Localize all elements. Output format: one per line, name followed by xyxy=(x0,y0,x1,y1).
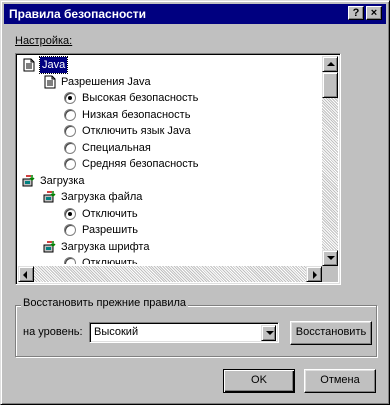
tree-item-label: Специальная xyxy=(82,141,151,154)
radio-button[interactable] xyxy=(64,92,76,104)
tree-item-label: Разрешения Java xyxy=(61,75,151,88)
radio-button[interactable] xyxy=(64,257,76,264)
close-icon[interactable]: × xyxy=(366,6,382,20)
tree-item-label: Загрузка файла xyxy=(61,191,143,203)
page-icon xyxy=(23,58,35,72)
ok-button[interactable]: OK xyxy=(223,369,295,393)
scroll-right-button[interactable] xyxy=(306,266,322,282)
title-bar: Правила безопасности ? × xyxy=(4,4,386,24)
restore-button[interactable]: Восстановить xyxy=(290,321,372,345)
window-title: Правила безопасности xyxy=(9,7,147,21)
tree-content: Java Разрешения Java Высокая безопасность Н… xyxy=(18,56,320,264)
tree-item-label: Загрузка xyxy=(40,174,85,187)
help-icon[interactable]: ? xyxy=(348,6,364,20)
tree-item-label: Загрузка шрифта xyxy=(61,240,150,253)
restore-group-title: Восстановить прежние правила xyxy=(21,297,189,309)
download-icon xyxy=(43,191,56,203)
tree-item-label: Разрешить xyxy=(82,224,138,236)
horizontal-scrollbar[interactable] xyxy=(18,266,322,282)
settings-tree[interactable]: Java Разрешения Java Высокая безопасность Н… xyxy=(15,53,341,285)
scroll-down-button[interactable] xyxy=(322,250,338,266)
settings-label: Настройка: xyxy=(15,35,73,47)
radio-button[interactable] xyxy=(64,207,76,220)
radio-button[interactable] xyxy=(64,158,76,170)
scroll-thumb[interactable] xyxy=(322,72,338,98)
radio-button[interactable] xyxy=(64,141,76,154)
vertical-scrollbar[interactable] xyxy=(322,56,338,266)
download-icon xyxy=(43,240,56,252)
tree-item-label: Отключить язык Java xyxy=(82,125,191,137)
tree-item-label: Java xyxy=(38,56,69,74)
cancel-button[interactable]: Отмена xyxy=(304,369,376,393)
scrollbar-corner xyxy=(322,266,338,282)
tree-item-label: Отключить xyxy=(82,257,138,264)
radio-button[interactable] xyxy=(64,108,76,121)
tree-item-label: Высокая безопасность xyxy=(82,92,199,104)
tree-item-label: Низкая безопасность xyxy=(82,108,191,121)
page-icon xyxy=(44,75,56,88)
download-icon xyxy=(22,174,35,186)
level-select-value: Высокий xyxy=(94,326,139,338)
scroll-up-button[interactable] xyxy=(322,56,338,72)
tree-item-label: Отключить xyxy=(82,207,138,220)
scroll-left-button[interactable] xyxy=(18,266,34,282)
level-label: на уровень: xyxy=(23,326,83,338)
radio-button[interactable] xyxy=(64,125,76,137)
tree-item-label: Средняя безопасность xyxy=(82,158,199,170)
level-select[interactable]: Высокий xyxy=(89,322,279,343)
radio-button[interactable] xyxy=(64,224,76,236)
security-settings-dialog: Правила безопасности ? × Настройка: Java… xyxy=(0,0,390,405)
dropdown-button[interactable] xyxy=(261,325,276,341)
chevron-down-icon xyxy=(266,331,274,335)
